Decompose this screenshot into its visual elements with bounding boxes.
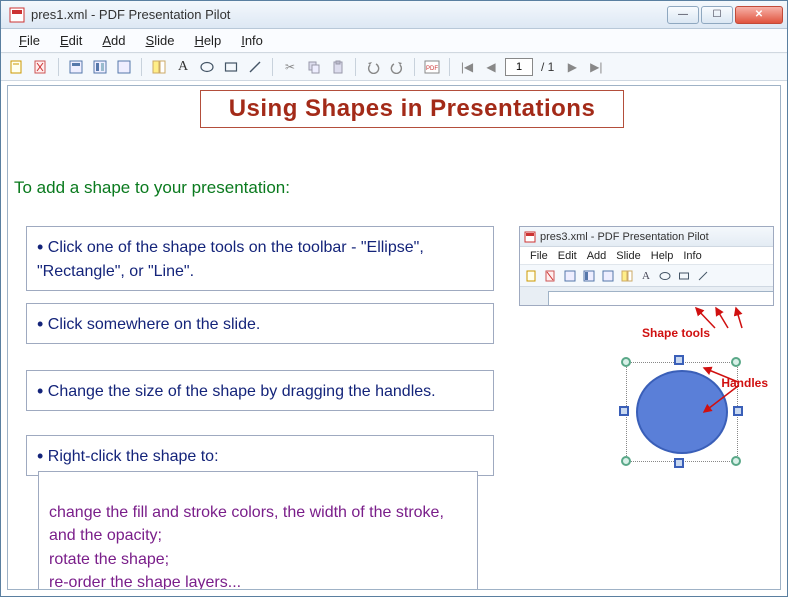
- separator: [355, 58, 356, 76]
- page-total-label: / 1: [537, 60, 558, 74]
- handle-rotate-tl[interactable]: [621, 357, 631, 367]
- emb-menu-file[interactable]: File: [526, 250, 552, 262]
- svg-text:PDF: PDF: [426, 66, 438, 72]
- emb-menu-help[interactable]: Help: [647, 250, 678, 262]
- menu-edit[interactable]: Edit: [52, 31, 90, 50]
- handles-arrows: [696, 364, 766, 424]
- rectangle-tool-icon[interactable]: [221, 57, 241, 77]
- emb-text-tool-icon[interactable]: A: [638, 268, 654, 284]
- page-number-input[interactable]: 1: [505, 58, 533, 76]
- bullet-box-2[interactable]: • Click somewhere on the slide.: [26, 303, 494, 344]
- menu-help[interactable]: Help: [186, 31, 229, 50]
- bullet-box-3[interactable]: • Change the size of the shape by draggi…: [26, 370, 494, 411]
- separator: [449, 58, 450, 76]
- embedded-app-icon: [524, 231, 536, 243]
- bullet-text-1: Click one of the shape tools on the tool…: [37, 239, 424, 280]
- layout1-icon[interactable]: [66, 57, 86, 77]
- template-icon[interactable]: [149, 57, 169, 77]
- redo-icon[interactable]: [387, 57, 407, 77]
- bullet-icon: •: [37, 446, 43, 466]
- app-icon: [9, 7, 25, 23]
- separator: [141, 58, 142, 76]
- ellipse-tool-icon[interactable]: [197, 57, 217, 77]
- intro-text: To add a shape to your presentation:: [14, 178, 290, 198]
- menu-file[interactable]: File: [11, 31, 48, 50]
- titlebar: pres1.xml - PDF Presentation Pilot — ☐ ✕: [1, 1, 787, 29]
- close-button[interactable]: ✕: [735, 6, 783, 24]
- emb-layout2-icon[interactable]: [581, 268, 597, 284]
- maximize-button[interactable]: ☐: [701, 6, 733, 24]
- new-slide-icon[interactable]: [7, 57, 27, 77]
- handle-rotate-bl[interactable]: [621, 456, 631, 466]
- bullet-icon: •: [37, 237, 43, 257]
- sub-text: change the fill and stroke colors, the w…: [49, 504, 444, 590]
- embedded-menubar: File Edit Add Slide Help Info: [520, 247, 773, 265]
- app-window: pres1.xml - PDF Presentation Pilot — ☐ ✕…: [0, 0, 788, 597]
- slide-canvas[interactable]: Using Shapes in Presentations To add a s…: [7, 85, 781, 590]
- bullet-text-3: Change the size of the shape by dragging…: [48, 383, 436, 400]
- emb-rectangle-tool-icon[interactable]: [676, 268, 692, 284]
- emb-layout-icon[interactable]: [562, 268, 578, 284]
- emb-line-tool-icon[interactable]: [695, 268, 711, 284]
- menubar: File Edit Add Slide Help Info: [1, 29, 787, 53]
- separator: [414, 58, 415, 76]
- emb-menu-add[interactable]: Add: [583, 250, 611, 262]
- last-slide-icon[interactable]: ▶|: [586, 57, 606, 77]
- bullet-icon: •: [37, 381, 43, 401]
- first-slide-icon[interactable]: |◀: [457, 57, 477, 77]
- copy-icon[interactable]: [304, 57, 324, 77]
- layout3-icon[interactable]: [114, 57, 134, 77]
- slide-title-box[interactable]: Using Shapes in Presentations: [200, 90, 624, 128]
- cut-icon[interactable]: ✂: [280, 57, 300, 77]
- menu-info[interactable]: Info: [233, 31, 271, 50]
- emb-template-icon[interactable]: [619, 268, 635, 284]
- menu-add[interactable]: Add: [94, 31, 133, 50]
- bullet-box-4[interactable]: • Right-click the shape to:: [26, 435, 494, 476]
- bullet-icon: •: [37, 314, 43, 334]
- shape-tools-arrows: [660, 304, 770, 334]
- text-tool-icon[interactable]: A: [173, 57, 193, 77]
- menu-slide[interactable]: Slide: [138, 31, 183, 50]
- export-pdf-icon[interactable]: PDF: [422, 57, 442, 77]
- embedded-title: pres3.xml - PDF Presentation Pilot: [540, 231, 709, 243]
- separator: [58, 58, 59, 76]
- emb-menu-edit[interactable]: Edit: [554, 250, 581, 262]
- embedded-titlebar: pres3.xml - PDF Presentation Pilot: [520, 227, 773, 247]
- window-controls: — ☐ ✕: [667, 6, 783, 24]
- handle-bottom[interactable]: [674, 458, 684, 468]
- emb-layout3-icon[interactable]: [600, 268, 616, 284]
- window-title: pres1.xml - PDF Presentation Pilot: [31, 7, 667, 22]
- embedded-window: pres3.xml - PDF Presentation Pilot File …: [519, 226, 774, 306]
- embedded-canvas-edge: [520, 287, 773, 305]
- emb-ellipse-tool-icon[interactable]: [657, 268, 673, 284]
- bullet-text-2: Click somewhere on the slide.: [48, 316, 261, 333]
- emb-delete-slide-icon[interactable]: [543, 268, 559, 284]
- handle-left[interactable]: [619, 406, 629, 416]
- next-slide-icon[interactable]: ▶: [562, 57, 582, 77]
- slide-title: Using Shapes in Presentations: [229, 95, 596, 123]
- emb-new-slide-icon[interactable]: [524, 268, 540, 284]
- separator: [272, 58, 273, 76]
- emb-menu-info[interactable]: Info: [679, 250, 705, 262]
- delete-slide-icon[interactable]: [31, 57, 51, 77]
- prev-slide-icon[interactable]: ◀: [481, 57, 501, 77]
- bullet-box-1[interactable]: • Click one of the shape tools on the to…: [26, 226, 494, 291]
- handle-top[interactable]: [674, 355, 684, 365]
- emb-menu-slide[interactable]: Slide: [612, 250, 644, 262]
- undo-icon[interactable]: [363, 57, 383, 77]
- bullet-text-4: Right-click the shape to:: [48, 448, 219, 465]
- handle-rotate-br[interactable]: [731, 456, 741, 466]
- paste-icon[interactable]: [328, 57, 348, 77]
- toolbar: A ✂ PDF |◀ ◀ 1 / 1 ▶ ▶|: [1, 53, 787, 81]
- embedded-toolbar: A: [520, 265, 773, 287]
- layout2-icon[interactable]: [90, 57, 110, 77]
- minimize-button[interactable]: —: [667, 6, 699, 24]
- sub-box[interactable]: change the fill and stroke colors, the w…: [38, 471, 478, 590]
- line-tool-icon[interactable]: [245, 57, 265, 77]
